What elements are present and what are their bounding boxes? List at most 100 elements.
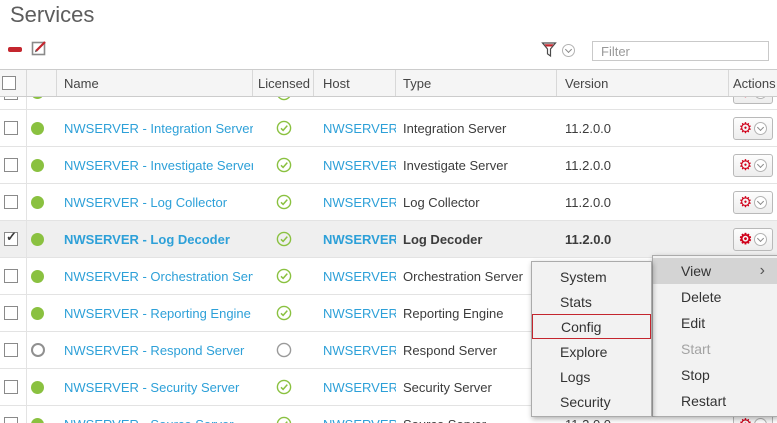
host-link[interactable]: NWSERVER <box>323 269 396 284</box>
submenu-item-stats[interactable]: Stats <box>532 289 651 314</box>
menu-item-delete[interactable]: Delete <box>653 284 777 310</box>
header-name[interactable]: Name <box>57 70 253 96</box>
type-cell: Integration Server <box>396 110 557 146</box>
row-checkbox[interactable] <box>4 158 18 172</box>
actions-button[interactable]: ⚙ <box>733 191 773 214</box>
chevron-down-icon <box>754 418 767 423</box>
submenu-item-explore[interactable]: Explore <box>532 339 651 364</box>
type-cell: Log Collector <box>396 184 557 220</box>
licensed-icon <box>276 379 292 395</box>
service-name-link[interactable]: NWSERVER - Log Collector <box>64 195 227 210</box>
row-checkbox[interactable] <box>4 343 18 357</box>
menu-item-stop[interactable]: Stop <box>653 362 777 388</box>
row-checkbox[interactable] <box>4 121 18 135</box>
service-name-link[interactable]: NWSERVER - Respond Server <box>64 343 244 358</box>
host-link[interactable]: NWSERVER <box>323 343 396 358</box>
gear-icon: ⚙ <box>739 97 752 100</box>
menu-item-restart[interactable]: Restart <box>653 388 777 414</box>
host-link[interactable]: NWSERVER <box>323 158 396 173</box>
status-dot <box>31 381 44 394</box>
service-name-link[interactable]: NWSERVER - Investigate Server <box>64 158 253 173</box>
licensed-icon <box>276 231 292 247</box>
licensed-icon <box>276 194 292 210</box>
edit-service-button[interactable] <box>31 39 48 56</box>
row-checkbox[interactable] <box>4 97 18 100</box>
host-link[interactable]: NWSERVER <box>323 195 396 210</box>
menu-item-label: Config <box>561 319 601 335</box>
submenu-item-logs[interactable]: Logs <box>532 364 651 389</box>
version-cell: 11.2.0.0 <box>557 221 729 257</box>
row-checkbox[interactable] <box>4 269 18 283</box>
version-cell <box>557 97 729 110</box>
menu-item-label: Logs <box>560 369 590 385</box>
chevron-down-icon <box>754 122 767 135</box>
row-checkbox[interactable] <box>4 232 18 246</box>
status-dot <box>31 343 45 357</box>
host-link[interactable]: NWSERVER <box>323 306 396 321</box>
table-row[interactable]: NWSERVER - Investigate Server NWSERVER I… <box>0 147 777 184</box>
header-type[interactable]: Type <box>396 70 557 96</box>
version-cell: 11.2.0.0 <box>557 110 729 146</box>
actions-button[interactable]: ⚙ <box>733 97 773 104</box>
header-status[interactable] <box>27 70 57 96</box>
table-row[interactable]: NWSERVER - Log Collector NWSERVER Log Co… <box>0 184 777 221</box>
partial-top-row: ⚙ <box>0 97 777 110</box>
host-link[interactable]: NWSERVER <box>323 232 396 247</box>
licensed-icon <box>276 268 292 284</box>
host-link[interactable]: NWSERVER <box>323 380 396 395</box>
table-row[interactable]: NWSERVER - Log Decoder NWSERVER Log Deco… <box>0 221 777 258</box>
submenu-arrow-icon: › <box>760 264 765 278</box>
service-name-link[interactable]: NWSERVER - Security Server <box>64 380 239 395</box>
status-dot <box>31 233 44 246</box>
menu-item-label: Stop <box>681 367 710 383</box>
menu-item-start: Start <box>653 336 777 362</box>
menu-item-view[interactable]: View › <box>653 258 777 284</box>
row-checkbox[interactable] <box>4 195 18 209</box>
actions-button[interactable]: ⚙ <box>733 154 773 177</box>
table-row[interactable]: NWSERVER - Integration Server NWSERVER I… <box>0 110 777 147</box>
select-all-checkbox[interactable] <box>2 76 16 90</box>
filter-input[interactable] <box>592 41 769 61</box>
menu-item-label: Stats <box>560 294 592 310</box>
status-dot <box>31 97 44 99</box>
header-version[interactable]: Version <box>557 70 729 96</box>
header-select-all[interactable] <box>0 70 27 96</box>
menu-item-label: Explore <box>560 344 607 360</box>
row-checkbox[interactable] <box>4 380 18 394</box>
service-name-link[interactable]: NWSERVER - Reporting Engine <box>64 306 251 321</box>
service-name-link[interactable]: NWSERVER - Source Server <box>64 417 234 423</box>
edit-icon <box>31 39 48 56</box>
service-name-link[interactable]: NWSERVER - Integration Server <box>64 121 253 136</box>
filter-dropdown-button[interactable] <box>562 44 575 57</box>
status-dot <box>31 159 44 172</box>
row-checkbox[interactable] <box>4 306 18 320</box>
submenu-item-config[interactable]: Config <box>532 314 651 339</box>
header-licensed[interactable]: Licensed <box>253 70 314 96</box>
status-dot <box>31 418 44 423</box>
status-dot <box>31 196 44 209</box>
menu-item-label: View <box>681 263 711 279</box>
view-submenu: System Stats Config Explore Logs Security <box>531 261 652 417</box>
filter-funnel-button[interactable] <box>541 41 557 58</box>
submenu-item-system[interactable]: System <box>532 264 651 289</box>
status-dot <box>31 307 44 320</box>
host-link[interactable]: NWSERVER <box>323 417 396 423</box>
menu-item-label: Start <box>681 341 711 357</box>
status-dot <box>31 270 44 283</box>
actions-button[interactable]: ⚙ <box>733 117 773 140</box>
service-name-link[interactable]: NWSERVER - Log Decoder <box>64 232 230 247</box>
remove-service-button[interactable] <box>8 47 22 52</box>
context-menu: View › Delete Edit Start Stop Restart <box>652 255 777 417</box>
header-host[interactable]: Host <box>314 70 396 96</box>
menu-item-edit[interactable]: Edit <box>653 310 777 336</box>
actions-button[interactable]: ⚙ <box>733 228 773 251</box>
menu-item-label: Edit <box>681 315 705 331</box>
service-name-link[interactable]: NWSERVER - Orchestration Server <box>64 269 253 284</box>
submenu-item-security[interactable]: Security <box>532 389 651 414</box>
chevron-down-icon <box>754 97 767 99</box>
table-row[interactable]: ⚙ <box>0 97 777 110</box>
licensed-icon <box>276 342 292 358</box>
host-link[interactable]: NWSERVER <box>323 121 396 136</box>
chevron-down-icon <box>754 196 767 209</box>
row-checkbox[interactable] <box>4 417 18 423</box>
